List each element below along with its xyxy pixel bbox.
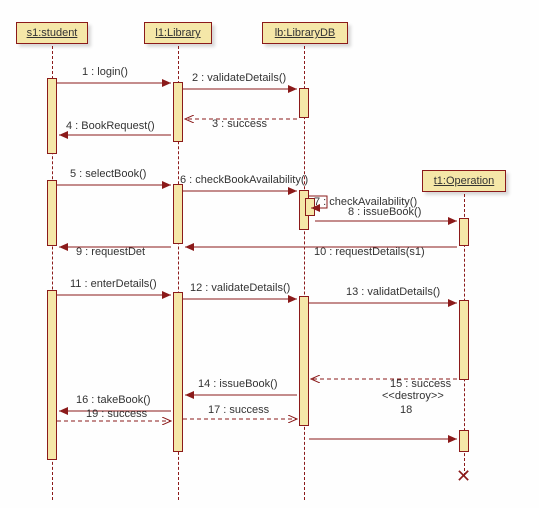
arrow-m4 bbox=[57, 132, 173, 138]
arrow-m1 bbox=[57, 80, 173, 86]
label-m4: 4 : BookRequest() bbox=[66, 120, 155, 132]
lifeline-library: l1:Library bbox=[144, 22, 212, 44]
label-m8: 8 : issueBook() bbox=[348, 206, 421, 218]
sequence-diagram: s1:student l1:Library lb:LibraryDB t1:Op… bbox=[0, 0, 539, 508]
label-m12: 12 : validateDetails() bbox=[190, 282, 290, 294]
arrow-m5 bbox=[57, 182, 173, 188]
label-m14: 14 : issueBook() bbox=[198, 378, 277, 390]
label-m15: 15 : success bbox=[390, 378, 451, 390]
label-m1: 1 : login() bbox=[82, 66, 128, 78]
arrow-m14 bbox=[183, 392, 299, 398]
arrow-m6 bbox=[183, 188, 299, 194]
activation-student-3 bbox=[47, 290, 57, 460]
label-m13: 13 : validatDetails() bbox=[346, 286, 440, 298]
lifeline-student: s1:student bbox=[16, 22, 88, 44]
label-m18: 18 bbox=[400, 404, 412, 416]
label-destroy: <<destroy>> bbox=[382, 390, 444, 402]
arrow-m8 bbox=[315, 218, 459, 224]
label-m11: 11 : enterDetails() bbox=[70, 278, 157, 290]
arrow-m11 bbox=[57, 292, 173, 298]
label-m10: 10 : requestDetails(s1) bbox=[314, 246, 425, 258]
label-m2: 2 : validateDetails() bbox=[192, 72, 286, 84]
label-m17: 17 : success bbox=[208, 404, 269, 416]
arrow-m17 bbox=[183, 416, 299, 422]
lifeline-operation: t1:Operation bbox=[422, 170, 506, 192]
activation-library-3 bbox=[173, 292, 183, 452]
label-m16: 16 : takeBook() bbox=[76, 394, 151, 406]
activation-operation-2 bbox=[459, 300, 469, 380]
activation-library-1 bbox=[173, 82, 183, 142]
arrow-m12 bbox=[183, 296, 299, 302]
activation-librarydb-1 bbox=[299, 88, 309, 118]
activation-operation-1 bbox=[459, 218, 469, 246]
arrow-m13 bbox=[309, 300, 459, 306]
activation-operation-3 bbox=[459, 430, 469, 452]
arrow-m2 bbox=[183, 86, 299, 92]
destroy-icon: ✕ bbox=[456, 466, 471, 487]
label-m3: 3 : success bbox=[212, 118, 267, 130]
label-m5: 5 : selectBook() bbox=[70, 168, 146, 180]
arrow-m18 bbox=[309, 436, 459, 442]
lifeline-librarydb: lb:LibraryDB bbox=[262, 22, 348, 44]
label-m6: 6 : checkBookAvailability() bbox=[180, 174, 308, 186]
label-m19: 19 : success bbox=[86, 408, 147, 420]
activation-library-2 bbox=[173, 184, 183, 244]
activation-librarydb-3 bbox=[299, 296, 309, 426]
label-m9: 9 : requestDet bbox=[76, 246, 145, 258]
activation-student-1 bbox=[47, 78, 57, 154]
activation-student-2 bbox=[47, 180, 57, 246]
